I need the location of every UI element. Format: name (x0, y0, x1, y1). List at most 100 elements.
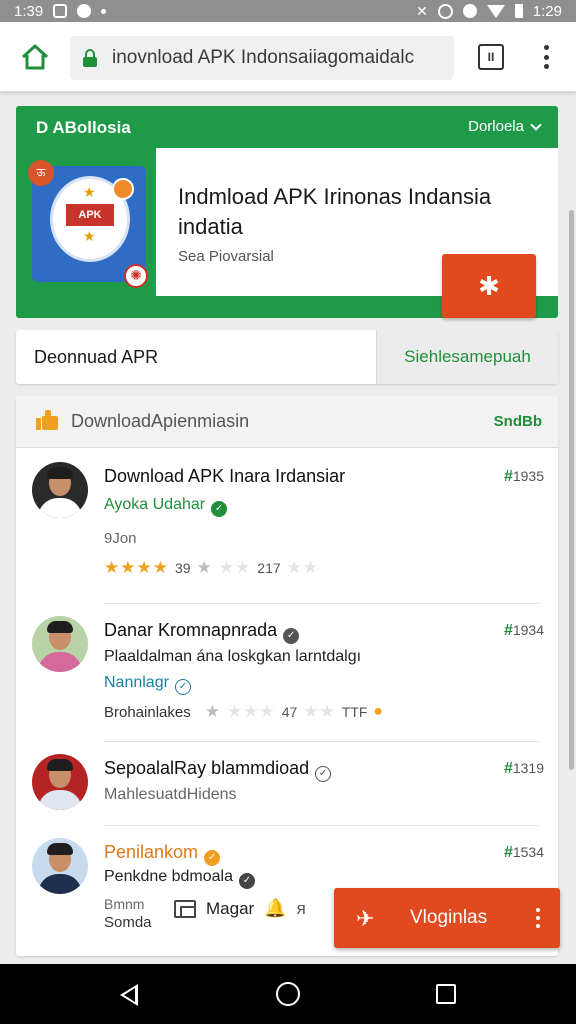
star-icon: ★★ (286, 558, 320, 577)
item-subtitle: Plaaldalman ána loskgkan larntdalgı (104, 648, 362, 665)
dnd-icon (462, 4, 477, 18)
verified-icon: ✓ (238, 873, 255, 889)
scrollbar[interactable] (569, 210, 574, 770)
bottom-tools: Magar 🔔 ᴙ (104, 898, 306, 919)
download-action-button[interactable]: Siehlesamepuah (376, 330, 558, 384)
dot-icon (101, 8, 107, 14)
item-meta: 9Jon (104, 530, 137, 547)
star-icon: ★★ (218, 558, 252, 577)
item-title: Penilankom ✓ (104, 842, 221, 866)
orange-dot-icon (112, 178, 134, 200)
tabs-button[interactable]: II (478, 44, 504, 70)
star-icon: ★ (196, 558, 213, 577)
more-vert-icon[interactable] (536, 908, 542, 928)
item-subtitle: MahlesuatdHidens (104, 786, 237, 803)
star-icon: ★ (83, 228, 96, 244)
item-meta: Brohainlakes (104, 703, 191, 721)
list-header: DownloadApienmiasin SndBb (16, 396, 558, 448)
wifi-icon (486, 4, 505, 18)
item-title: Danar Kromnapnrada ✓ (104, 620, 300, 644)
language-label: Dorloela (468, 118, 524, 135)
star-icon: ★ (204, 702, 221, 721)
home-icon[interactable] (18, 40, 52, 74)
item-title-text: SepoalalRay blammdioad (104, 758, 310, 778)
app-icon[interactable]: ★ APK ★ ऊ ✺ (28, 160, 148, 288)
share-icon[interactable]: ᴙ (297, 899, 306, 919)
item-price-value: 1934 (512, 622, 544, 638)
item-price-value: 1534 (512, 844, 544, 860)
floating-action-button[interactable]: ✈ Vloginlas (334, 888, 560, 948)
lock-icon (82, 49, 98, 67)
send-icon: ✈ (356, 906, 375, 931)
item-subtitle-text: Penkdne bdmoala (104, 868, 233, 885)
verified-icon: ✓ (211, 501, 228, 517)
avatar (32, 838, 88, 894)
tool-label[interactable]: Magar (206, 899, 254, 919)
chevron-down-icon (530, 118, 542, 131)
list-item[interactable]: Download APK Inara Irdansiar Ayoka Udaha… (16, 448, 558, 604)
item-price: #1935 (503, 468, 544, 485)
download-row: Deonnuad APR Siehlesamepuah (16, 330, 558, 384)
hero-title: Indmload APK Irinonas Indansia indatia (178, 184, 492, 239)
hero-subtitle: Sea Piovarsial (178, 248, 274, 265)
floating-action-label: Vloginlas (410, 907, 488, 928)
item-link-text: Nannlagr (104, 674, 169, 691)
list-header-action[interactable]: SndBb (494, 413, 542, 430)
item-title-text: Penilankom (104, 842, 199, 862)
list-item[interactable]: Danar Kromnapnrada ✓ Plaaldalman ána losk… (16, 604, 558, 742)
rating-count: TTF (341, 704, 368, 720)
rating-count: 217 (257, 560, 281, 576)
item-title: SepoalalRay blammdioad ✓ (104, 758, 332, 782)
star-icon: ★★★ (226, 702, 276, 721)
bell-icon[interactable]: 🔔 (264, 898, 286, 919)
bluetooth-off-icon: ✕ (416, 2, 428, 19)
notification-icon (53, 4, 68, 18)
alarm-icon (437, 3, 453, 19)
star-icon: ★★★★ (104, 558, 169, 577)
browser-toolbar: inovnload APK Indonsaiiagomaidalc II (0, 22, 576, 92)
download-label: Deonnuad APR (34, 347, 159, 367)
url-text: inovnload APK Indonsaiiagomaidalc (112, 47, 415, 68)
item-title-text: Danar Kromnapnrada (104, 620, 278, 640)
address-bar[interactable]: inovnload APK Indonsaiiagomaidalc (70, 36, 454, 80)
item-price-value: 1319 (512, 760, 544, 776)
battery-icon (514, 4, 523, 18)
navigation-bar (0, 964, 576, 1024)
recents-icon[interactable] (436, 984, 456, 1004)
app-notification-icon (77, 4, 92, 18)
apk-label: APK (66, 204, 114, 226)
item-subtitle-link[interactable]: Nannlagr ✓ (104, 674, 191, 695)
home-circle-icon[interactable] (276, 982, 300, 1006)
bell-icon: ● (373, 703, 384, 720)
avatar (32, 616, 88, 672)
status-time-right: 1:29 (532, 2, 562, 20)
list-item[interactable]: SepoalalRay blammdioad ✓ MahlesuatdHidens… (16, 742, 558, 826)
pinwheel-icon: ✺ (124, 264, 148, 288)
avatar (32, 462, 88, 518)
list-header-title: DownloadApienmiasin (71, 411, 250, 431)
item-price-value: 1935 (512, 468, 544, 484)
rating-count: 47 (281, 704, 298, 720)
star-icon: ★★ (303, 702, 336, 721)
item-subtitle: Penkdne bdmoala ✓ (104, 868, 255, 889)
thumbs-up-icon (36, 410, 58, 430)
rating-row: Brohainlakes ★ ★★★ 47 ★★ TTF ● (104, 702, 383, 722)
verified-icon: ✓ (204, 850, 221, 866)
item-subtitle: Ayoka Udahar ✓ (104, 496, 228, 517)
verified-icon: ✓ (315, 766, 332, 782)
chat-icon[interactable] (174, 899, 196, 918)
brand-name: D ABollosia (36, 118, 131, 137)
hero-banner: D ABollosia Dorloela ★ APK ★ ऊ ✺ Indmloa… (16, 106, 558, 318)
avatar (32, 754, 88, 810)
more-vert-icon[interactable] (538, 42, 554, 72)
star-icon: ★ (83, 184, 96, 200)
asterisk-icon[interactable]: ✱ (442, 254, 536, 318)
back-icon[interactable] (120, 984, 138, 1006)
corner-badge: ऊ (28, 160, 54, 186)
item-price: #1934 (503, 622, 544, 639)
item-price: #1534 (503, 844, 544, 861)
app-list: DownloadApienmiasin SndBb Download APK I… (16, 396, 558, 956)
verified-icon: ✓ (174, 679, 191, 695)
language-selector[interactable]: Dorloela (468, 118, 542, 135)
status-bar: 1:39 ✕ 1:29 (0, 0, 576, 22)
